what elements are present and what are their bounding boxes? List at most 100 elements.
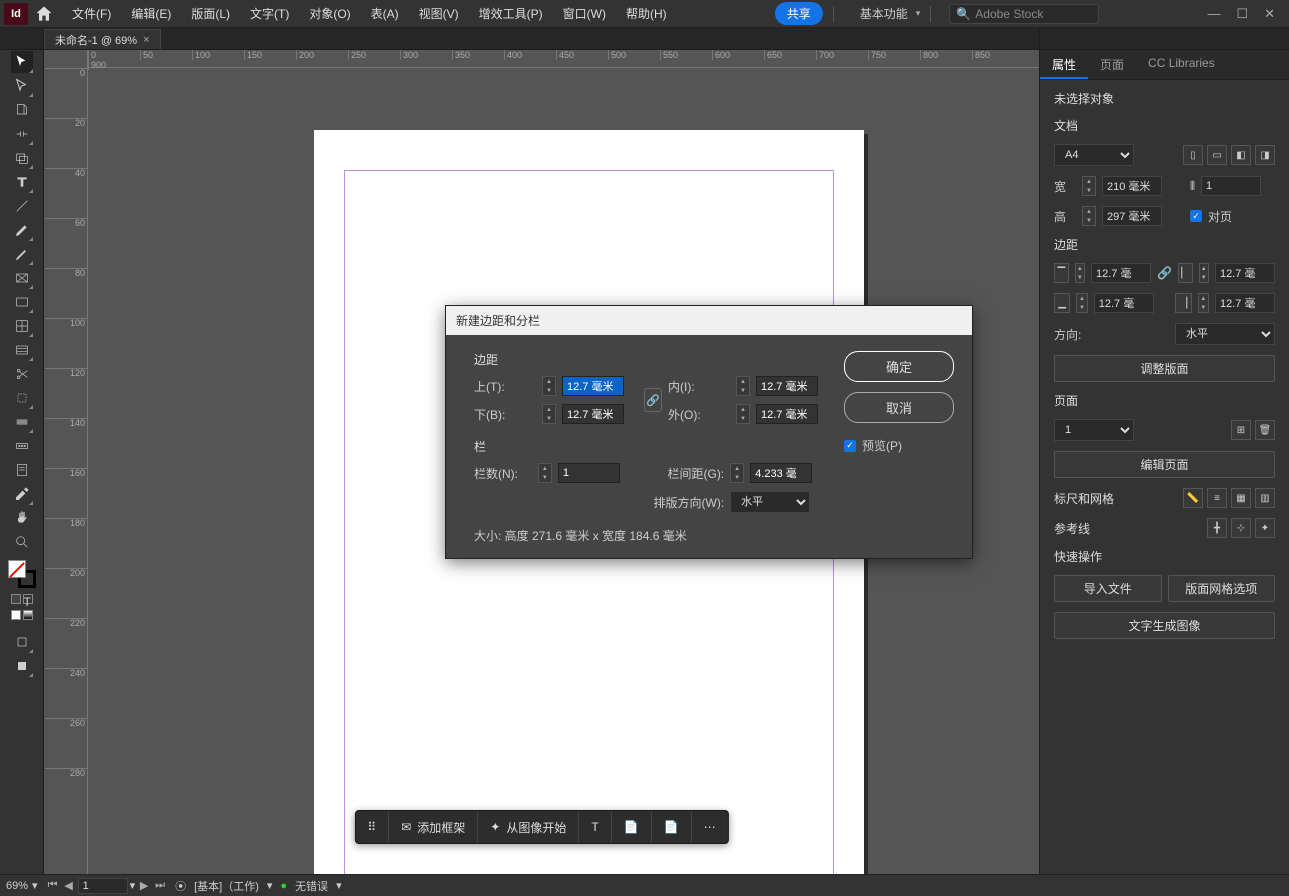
menu-window[interactable]: 窗口(W)	[553, 1, 616, 26]
maximize-button[interactable]: ☐	[1236, 6, 1248, 22]
ok-button[interactable]: 确定	[844, 351, 954, 382]
prev-page-icon[interactable]: ◀	[62, 879, 76, 893]
margin-bottom-stepper[interactable]: ▲▼	[542, 404, 556, 424]
note-tool[interactable]	[11, 459, 33, 481]
gutter-field[interactable]	[750, 463, 812, 483]
pencil-tool[interactable]	[11, 243, 33, 265]
columns-field[interactable]	[558, 463, 620, 483]
menu-help[interactable]: 帮助(H)	[616, 1, 677, 26]
page-number-input[interactable]	[78, 878, 128, 894]
layout-grid-icon[interactable]: ▥	[1255, 488, 1275, 508]
document-icon-button[interactable]: 📄	[612, 811, 652, 843]
home-icon[interactable]	[34, 4, 54, 24]
chevron-down-icon[interactable]: ▾	[336, 879, 342, 892]
chevron-down-icon[interactable]: ▾	[267, 879, 273, 892]
orientation-portrait-icon[interactable]: ▯	[1183, 145, 1203, 165]
document-grid-icon[interactable]: ▦	[1231, 488, 1251, 508]
margin-outside-stepper[interactable]: ▲▼	[1198, 293, 1210, 313]
eyedropper-tool[interactable]	[11, 483, 33, 505]
margin-bottom-stepper[interactable]: ▲▼	[1076, 293, 1088, 313]
menu-plugins[interactable]: 增效工具(P)	[469, 1, 553, 26]
tab-close-icon[interactable]: ×	[143, 34, 149, 46]
open-nav-icon[interactable]: ⦿	[175, 878, 186, 894]
margin-inside-field[interactable]	[756, 376, 818, 396]
direct-selection-tool[interactable]	[11, 75, 33, 97]
content-collector-tool[interactable]	[11, 147, 33, 169]
tab-pages[interactable]: 页面	[1088, 50, 1136, 79]
apply-none-icon[interactable]	[11, 610, 21, 620]
rectangle-frame-tool[interactable]	[11, 267, 33, 289]
layout-grid-options-button[interactable]: 版面网格选项	[1168, 575, 1276, 602]
lock-guides-icon[interactable]: ⊹	[1231, 518, 1251, 538]
margin-outside-field[interactable]	[756, 404, 818, 424]
menu-file[interactable]: 文件(F)	[62, 1, 121, 26]
ruler-icon[interactable]: 📏	[1183, 488, 1203, 508]
text-to-image-button[interactable]: 文字生成图像	[1054, 612, 1275, 639]
margin-top-input[interactable]	[1091, 263, 1151, 283]
facing-pages-checkbox[interactable]: ✓	[1190, 210, 1202, 222]
horizontal-grid-tool[interactable]	[11, 339, 33, 361]
zoom-tool[interactable]	[11, 531, 33, 553]
binding-ltr-icon[interactable]: ◧	[1231, 145, 1251, 165]
type-tool[interactable]	[11, 171, 33, 193]
selection-tool[interactable]	[11, 51, 33, 73]
page-number-select[interactable]: 1	[1054, 419, 1134, 441]
view-mode-normal[interactable]	[11, 631, 33, 653]
apply-text-icon[interactable]: T	[23, 594, 33, 604]
fill-swatch[interactable]	[8, 560, 26, 578]
width-input[interactable]	[1102, 176, 1162, 196]
columns-stepper[interactable]: ▲▼	[538, 463, 552, 483]
add-frame-button[interactable]: ✉添加框架	[389, 811, 478, 843]
preflight-status[interactable]: 无错误	[295, 878, 328, 894]
direction-select[interactable]: 水平	[1175, 323, 1275, 345]
zoom-control[interactable]: 69% ▾	[6, 879, 38, 892]
margin-outside-input[interactable]	[1215, 293, 1275, 313]
chevron-down-icon[interactable]: ▾	[32, 879, 38, 892]
smart-guides-icon[interactable]: ✦	[1255, 518, 1275, 538]
margin-inside-stepper[interactable]: ▲▼	[1199, 263, 1209, 283]
margin-top-stepper[interactable]: ▲▼	[542, 376, 556, 396]
delete-page-icon[interactable]: 🗑	[1255, 420, 1275, 440]
rectangle-tool[interactable]	[11, 291, 33, 313]
tab-properties[interactable]: 属性	[1040, 50, 1088, 79]
vertical-ruler[interactable]: 020406080100120140160180200220240260280	[44, 50, 88, 874]
search-input[interactable]: 🔍 Adobe Stock	[949, 4, 1099, 24]
menu-edit[interactable]: 编辑(E)	[121, 1, 181, 26]
gradient-feather-tool[interactable]	[11, 435, 33, 457]
add-page-icon[interactable]: ⊞	[1231, 420, 1251, 440]
page-tool[interactable]	[11, 99, 33, 121]
height-input[interactable]	[1102, 206, 1162, 226]
next-page-icon[interactable]: ▶	[137, 879, 151, 893]
first-page-icon[interactable]: ⏮	[46, 879, 60, 893]
scissors-tool[interactable]	[11, 363, 33, 385]
menu-layout[interactable]: 版面(L)	[181, 1, 240, 26]
workspace-switcher[interactable]: 基本功能	[860, 5, 921, 22]
baseline-grid-icon[interactable]: ≡	[1207, 488, 1227, 508]
apply-gradient-icon[interactable]	[23, 610, 33, 620]
page-preset-select[interactable]: A4	[1054, 144, 1134, 166]
text-icon-button[interactable]: T	[579, 811, 611, 843]
chevron-down-icon[interactable]: ▾	[130, 879, 136, 892]
from-image-button[interactable]: ✦从图像开始	[478, 811, 579, 843]
share-button[interactable]: 共享	[775, 2, 823, 25]
document-tab[interactable]: 未命名-1 @ 69% ×	[44, 29, 161, 49]
adjust-layout-button[interactable]: 调整版面	[1054, 355, 1275, 382]
last-page-icon[interactable]: ⏭	[153, 879, 167, 893]
margin-bottom-input[interactable]	[1094, 293, 1154, 313]
apply-container-icon[interactable]	[11, 594, 21, 604]
gutter-stepper[interactable]: ▲▼	[730, 463, 744, 483]
margin-top-field[interactable]	[562, 376, 624, 396]
cancel-button[interactable]: 取消	[844, 392, 954, 423]
writing-direction-select[interactable]: 水平	[730, 491, 810, 513]
drag-handle-icon[interactable]: ⠿	[355, 811, 389, 843]
gap-tool[interactable]	[11, 123, 33, 145]
view-mode-preview[interactable]	[11, 655, 33, 677]
horizontal-ruler[interactable]: 0501001502002503003504004505005506006507…	[88, 50, 1039, 68]
page-icon-button[interactable]: 📄	[652, 811, 692, 843]
close-button[interactable]: ✕	[1264, 6, 1275, 22]
height-stepper[interactable]: ▲▼	[1082, 206, 1096, 226]
preview-checkbox[interactable]: ✓	[844, 440, 856, 452]
fill-stroke-swatch[interactable]	[8, 560, 36, 588]
margin-inside-stepper[interactable]: ▲▼	[736, 376, 750, 396]
grid-tool[interactable]	[11, 315, 33, 337]
